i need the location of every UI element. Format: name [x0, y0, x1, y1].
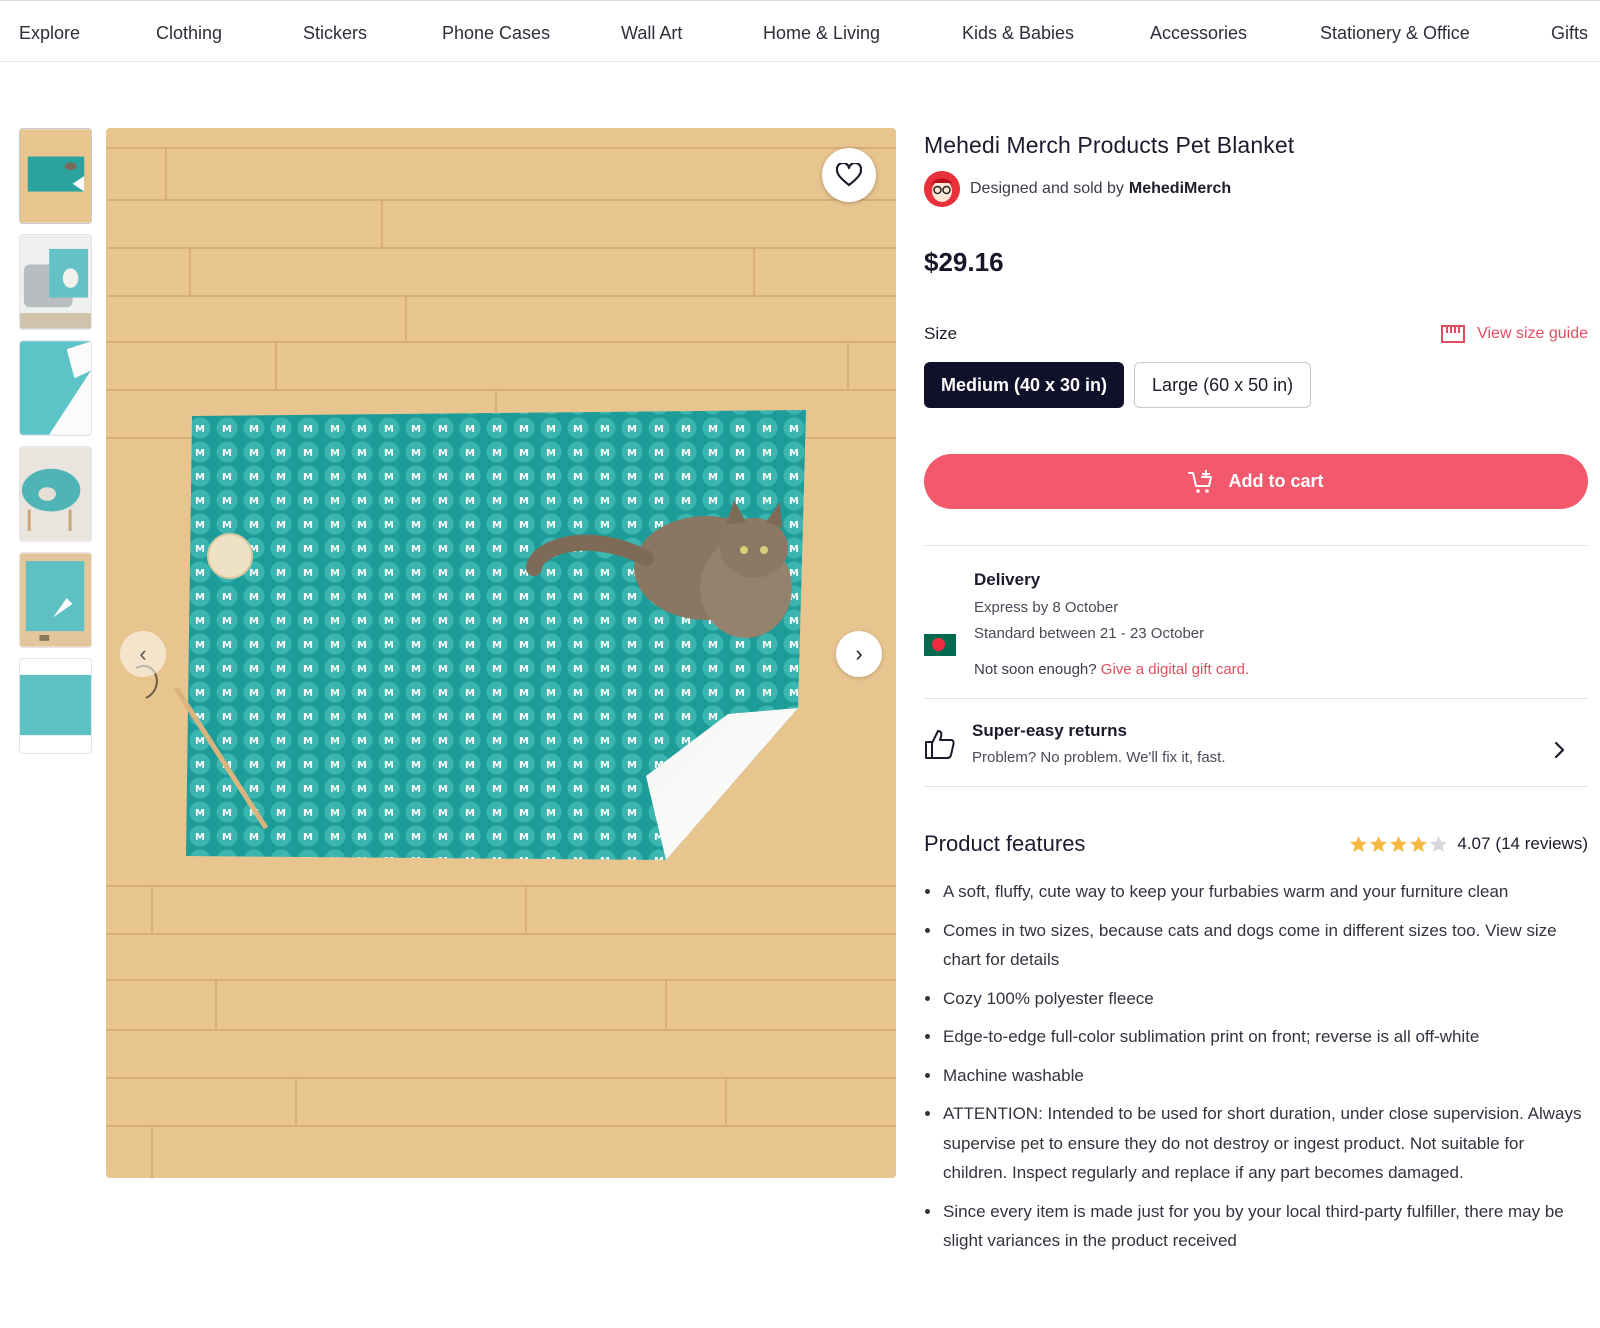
ruler-icon — [1441, 325, 1466, 343]
rating-value: 4.07 — [1457, 834, 1491, 853]
delivery-standard: Standard between 21 - 23 October — [974, 625, 1205, 642]
product-price: $29.16 — [924, 247, 1004, 277]
add-to-cart-label: Add to cart — [1228, 471, 1324, 491]
rating-count: (14 reviews) — [1495, 834, 1588, 853]
thumbs-up-icon — [925, 729, 955, 759]
favorite-button[interactable] — [822, 148, 876, 202]
thumbnail-strip — [19, 128, 93, 764]
designer-row: Designed and sold by MehediMerch — [924, 171, 1588, 207]
star-filled-icon — [1410, 835, 1428, 852]
star-filled-icon — [1370, 835, 1388, 852]
star-empty-icon — [1430, 835, 1448, 852]
designer-link[interactable]: MehediMerch — [1129, 180, 1231, 198]
gift-card-link[interactable]: Give a digital gift card. — [1101, 661, 1249, 678]
previous-image-button[interactable]: ‹ — [120, 631, 166, 677]
nav-home-living[interactable]: Home & Living — [763, 23, 880, 44]
thumbnail-4[interactable] — [19, 446, 92, 542]
nav-clothing[interactable]: Clothing — [156, 23, 222, 44]
nav-phone-cases[interactable]: Phone Cases — [442, 23, 550, 44]
main-product-image: M — [106, 128, 896, 1178]
star-rating — [1349, 835, 1449, 854]
avatar-icon — [924, 171, 960, 207]
not-soon-text: Not soon enough? — [974, 661, 1097, 678]
thumbnail-6[interactable] — [19, 658, 92, 754]
thumbnail-image — [20, 659, 91, 753]
chevron-right-icon: › — [855, 641, 863, 666]
feature-item: A soft, fluffy, cute way to keep your fu… — [924, 877, 1588, 907]
features-list: A soft, fluffy, cute way to keep your fu… — [924, 877, 1588, 1256]
feature-item: Cozy 100% polyester fleece — [924, 984, 1588, 1014]
thumbnail-image — [20, 129, 91, 223]
product-title: Mehedi Merch Products Pet Blanket — [924, 132, 1295, 158]
size-guide-link[interactable]: View size guide — [1441, 325, 1588, 343]
nav-accessories[interactable]: Accessories — [1150, 23, 1247, 44]
delivery-not-soon: Not soon enough? Give a digital gift car… — [974, 661, 1249, 678]
size-label: Size — [924, 324, 958, 343]
feature-item: Edge-to-edge full-color sublimation prin… — [924, 1022, 1588, 1052]
designed-by-label: Designed and sold by — [970, 180, 1124, 197]
features-header: Product features 4.07 (14 reviews) — [924, 831, 1588, 857]
divider — [924, 786, 1588, 787]
heart-icon — [836, 163, 862, 187]
size-option-medium[interactable]: Medium (40 x 30 in) — [924, 362, 1125, 408]
thumbnail-image — [20, 447, 91, 541]
thumbnail-5[interactable] — [19, 552, 92, 648]
product-photo: M — [106, 128, 896, 1178]
thumbnail-3[interactable] — [19, 340, 92, 436]
top-navigation: Explore Clothing Stickers Phone Cases Wa… — [0, 0, 1600, 62]
thumbnail-1[interactable] — [19, 128, 92, 224]
thumbnail-image — [20, 341, 91, 435]
returns-row[interactable]: Super-easy returns Problem? No problem. … — [924, 699, 1588, 786]
star-filled-icon — [1390, 835, 1408, 852]
delivery-title: Delivery — [974, 570, 1041, 589]
thumbnail-image — [20, 235, 91, 329]
cart-add-icon — [1188, 469, 1213, 493]
chevron-left-icon: ‹ — [139, 641, 147, 666]
size-options: Medium (40 x 30 in) Large (60 x 50 in) — [924, 362, 1588, 408]
rating-summary[interactable]: 4.07 (14 reviews) — [1349, 834, 1588, 854]
nav-stationery-office[interactable]: Stationery & Office — [1320, 23, 1470, 44]
thumbnail-image — [20, 553, 91, 647]
nav-kids-babies[interactable]: Kids & Babies — [962, 23, 1074, 44]
star-filled-icon — [1350, 835, 1368, 852]
thumbnail-2[interactable] — [19, 234, 92, 330]
feature-item: Comes in two sizes, because cats and dog… — [924, 916, 1588, 975]
nav-wall-art[interactable]: Wall Art — [621, 23, 682, 44]
delivery-express: Express by 8 October — [974, 599, 1119, 616]
product-info-panel: Mehedi Merch Products Pet Blanket Design… — [924, 128, 1588, 1265]
size-guide-label: View size guide — [1477, 325, 1588, 342]
features-title: Product features — [924, 831, 1086, 856]
returns-title: Super-easy returns — [972, 721, 1127, 740]
designer-avatar[interactable] — [924, 171, 960, 207]
delivery-section: Delivery Express by 8 October Standard b… — [924, 546, 1588, 698]
chevron-right-icon — [1554, 741, 1565, 759]
nav-stickers[interactable]: Stickers — [303, 23, 367, 44]
bangladesh-flag-icon — [924, 634, 956, 656]
returns-subtitle: Problem? No problem. We'll fix it, fast. — [972, 749, 1226, 766]
next-image-button[interactable]: › — [836, 631, 882, 677]
size-option-large[interactable]: Large (60 x 50 in) — [1134, 362, 1312, 408]
size-header: Size View size guide — [924, 324, 1588, 344]
nav-explore[interactable]: Explore — [19, 23, 80, 44]
feature-item: Since every item is made just for you by… — [924, 1197, 1588, 1256]
nav-gifts[interactable]: Gifts — [1551, 23, 1588, 44]
feature-item: Machine washable — [924, 1061, 1588, 1091]
feature-item: ATTENTION: Intended to be used for short… — [924, 1099, 1588, 1188]
add-to-cart-button[interactable]: Add to cart — [924, 454, 1588, 509]
